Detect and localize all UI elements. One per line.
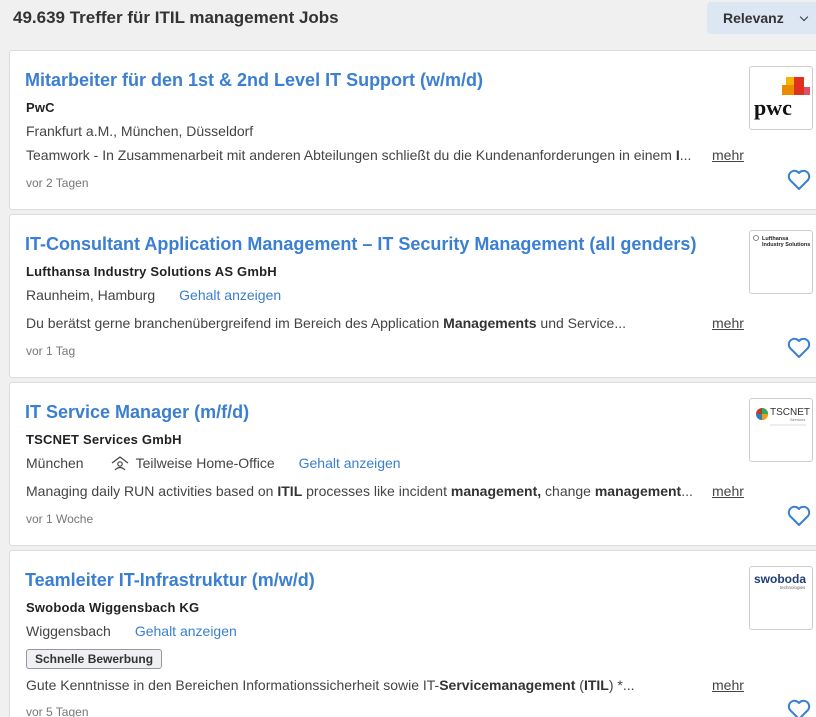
heart-icon[interactable]	[787, 699, 811, 717]
job-card[interactable]: IT Service Manager (m/f/d) TSCNET Servic…	[9, 382, 816, 546]
quick-apply-badge: Schnelle Bewerbung	[26, 649, 163, 669]
results-header: 49.639 Treffer für ITIL management Jobs …	[0, 0, 816, 36]
heart-icon[interactable]	[787, 337, 811, 359]
sort-label: Relevanz	[723, 10, 784, 26]
job-title[interactable]: Teamleiter IT-Infrastruktur (m/w/d)	[25, 570, 315, 591]
more-link[interactable]: mehr	[712, 147, 744, 163]
job-title[interactable]: IT-Consultant Application Management – I…	[25, 234, 696, 255]
result-count-title: 49.639 Treffer für ITIL management Jobs	[13, 8, 339, 27]
lufthansa-industry-solutions-logo[interactable]: Lufthansa Industry Solutions	[749, 230, 813, 294]
company-name: PwC	[26, 100, 55, 115]
job-card[interactable]: Teamleiter IT-Infrastruktur (m/w/d) Swob…	[9, 550, 816, 717]
job-description: Managing daily RUN activities based on I…	[26, 483, 693, 499]
salary-link[interactable]: Gehalt anzeigen	[135, 623, 237, 639]
job-card[interactable]: IT-Consultant Application Management – I…	[9, 214, 816, 378]
job-description: Gute Kenntnisse in den Bereichen Informa…	[26, 677, 635, 693]
salary-link[interactable]: Gehalt anzeigen	[179, 287, 281, 303]
svg-text:technologies: technologies	[780, 585, 806, 590]
posted-age: vor 1 Woche	[26, 512, 94, 526]
company-name: Lufthansa Industry Solutions AS GmbH	[26, 264, 277, 279]
company-name: Swoboda Wiggensbach KG	[26, 600, 200, 615]
more-link[interactable]: mehr	[712, 315, 744, 331]
company-name: TSCNET Services GmbH	[26, 432, 182, 447]
chevron-down-icon	[799, 12, 809, 22]
job-title[interactable]: Mitarbeiter für den 1st & 2nd Level IT S…	[25, 70, 483, 91]
job-description: Du berätst gerne branchenübergreifend im…	[26, 315, 627, 331]
tscnet-logo[interactable]: TSCNET Services	[749, 398, 813, 462]
heart-icon[interactable]	[787, 169, 811, 191]
heart-icon[interactable]	[787, 505, 811, 527]
job-location: Frankfurt a.M., München, Düsseldorf	[26, 123, 254, 139]
job-description: Teamwork - In Zusammenarbeit mit anderen…	[26, 147, 692, 163]
job-title[interactable]: IT Service Manager (m/f/d)	[25, 402, 249, 423]
svg-text:pwc: pwc	[754, 95, 792, 120]
pwc-logo[interactable]: pwc	[749, 66, 813, 130]
salary-link[interactable]: Gehalt anzeigen	[299, 455, 401, 471]
home-office-icon	[111, 456, 128, 471]
sort-dropdown[interactable]: Relevanz	[707, 2, 816, 34]
posted-age: vor 5 Tagen	[26, 705, 89, 717]
more-link[interactable]: mehr	[712, 483, 744, 499]
job-location: München	[26, 455, 84, 471]
svg-text:Services: Services	[790, 417, 805, 422]
homeoffice-label: Teilweise Home-Office	[135, 455, 275, 471]
job-card[interactable]: Mitarbeiter für den 1st & 2nd Level IT S…	[9, 50, 816, 210]
svg-text:swoboda: swoboda	[754, 572, 806, 586]
more-link[interactable]: mehr	[712, 677, 744, 693]
posted-age: vor 1 Tag	[26, 344, 76, 358]
job-location: Wiggensbach	[26, 623, 111, 639]
homeoffice-info: Teilweise Home-Office	[110, 455, 275, 471]
posted-age: vor 2 Tagen	[26, 176, 89, 190]
job-location: Raunheim, Hamburg	[26, 287, 156, 303]
svg-text:Industry Solutions: Industry Solutions	[762, 242, 810, 248]
swoboda-logo[interactable]: swoboda technologies	[749, 566, 813, 630]
